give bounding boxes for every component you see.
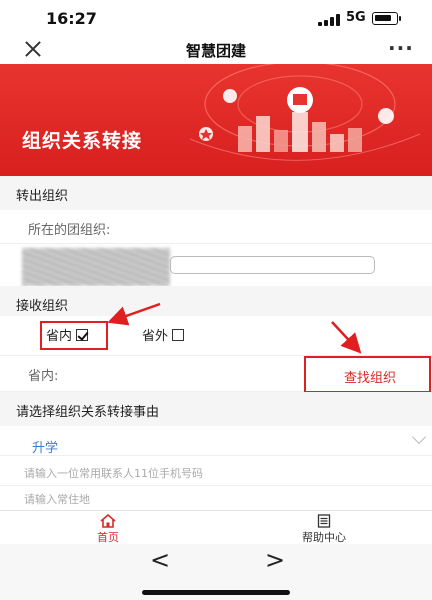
help-doc-icon <box>317 514 331 528</box>
banner-title: 组织关系转接 <box>22 130 143 152</box>
nav-bar: 智慧团建 ··· <box>0 34 432 64</box>
checkbox-icon[interactable] <box>172 329 185 341</box>
browser-forward-button[interactable]: > <box>265 546 285 574</box>
home-icon <box>100 514 116 528</box>
current-org-label: 所在的团组织: <box>28 223 111 238</box>
section-reason-label: 请选择组织关系转接事由 <box>16 405 160 420</box>
status-time: 16:27 <box>46 9 97 28</box>
option-out-province[interactable]: 省外 <box>142 325 185 344</box>
find-org-label: 查找组织 <box>344 371 397 386</box>
option-out-province-label: 省外 <box>142 329 169 344</box>
section-receive: 接收组织 <box>0 286 432 320</box>
more-icon[interactable]: ··· <box>388 36 414 60</box>
section-transfer-out: 转出组织 <box>0 176 432 210</box>
address-placeholder[interactable]: 请输入常住地 <box>24 491 90 507</box>
section-transfer-out-label: 转出组织 <box>16 189 69 204</box>
reason-selected-value[interactable]: 升学 <box>32 437 58 456</box>
annotation-frame-in-province <box>40 321 108 350</box>
signal-icon <box>318 14 340 26</box>
tab-bar: 首页 帮助中心 <box>0 510 432 544</box>
tab-help-label: 帮助中心 <box>302 531 346 544</box>
banner-illustration <box>189 64 421 161</box>
battery-tip <box>399 16 401 21</box>
browser-back-button[interactable]: < <box>150 546 170 574</box>
redacted-org-name <box>22 248 170 286</box>
network-type: 5G <box>346 10 366 25</box>
home-indicator <box>142 590 290 595</box>
current-org-input[interactable] <box>170 256 375 274</box>
tab-help[interactable]: 帮助中心 <box>216 511 432 545</box>
battery-icon <box>372 12 398 25</box>
reason-select-row[interactable] <box>0 426 432 456</box>
banner: 组织关系转接 <box>0 64 432 176</box>
section-reason: 请选择组织关系转接事由 <box>0 392 432 426</box>
current-org-row: 所在的团组织: <box>0 210 432 244</box>
find-org-button[interactable]: 查找组织 <box>304 356 431 393</box>
tab-home-label: 首页 <box>97 531 119 544</box>
page-title: 智慧团建 <box>185 42 246 60</box>
section-receive-label: 接收组织 <box>16 299 69 314</box>
in-province-label: 省内: <box>28 369 59 384</box>
tab-home[interactable]: 首页 <box>0 511 216 545</box>
status-bar: 16:27 5G <box>0 0 432 34</box>
contact-phone-placeholder[interactable]: 请输入一位常用联系人11位手机号码 <box>24 465 203 481</box>
